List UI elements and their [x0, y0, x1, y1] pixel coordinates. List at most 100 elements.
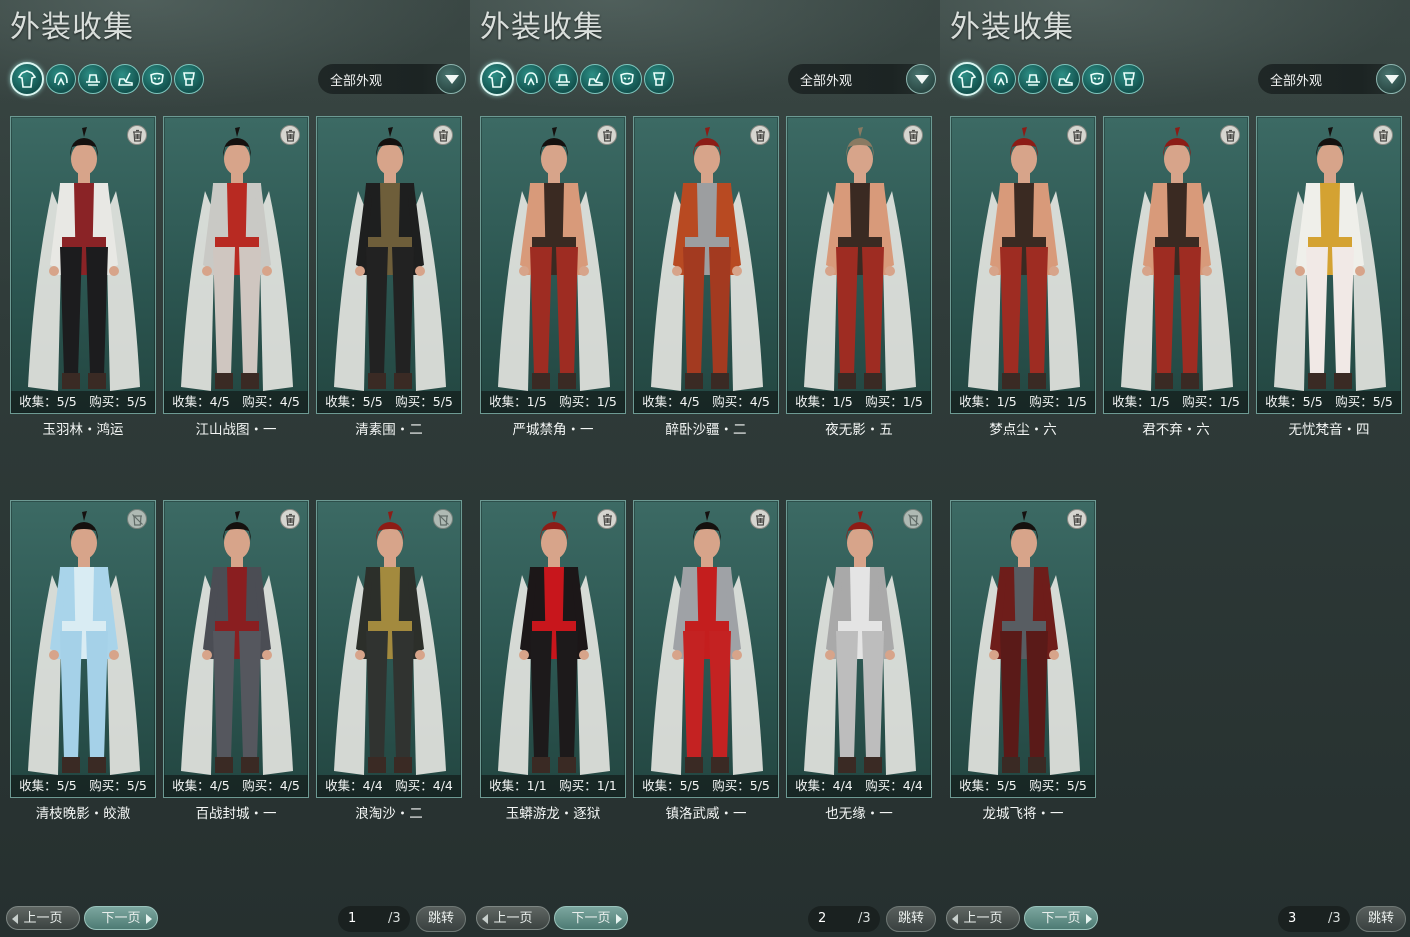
character-preview — [804, 511, 916, 775]
trash-icon[interactable] — [903, 125, 923, 145]
prev-page-button[interactable]: 上一页 — [946, 906, 1020, 930]
outfit-name: 镇洛武威・一 — [665, 806, 747, 822]
outfit-card[interactable]: 收集：1/5 购买：1/5 — [480, 116, 626, 414]
costume-icon[interactable] — [10, 62, 44, 96]
hat-icon[interactable] — [1018, 64, 1048, 94]
prev-page-button[interactable]: 上一页 — [6, 906, 80, 930]
accessory-icon[interactable] — [174, 64, 204, 94]
trash-icon[interactable] — [1220, 125, 1240, 145]
accessory-icon[interactable] — [1114, 64, 1144, 94]
collect-buy-stats: 收集：5/5 购买：5/5 — [11, 391, 155, 413]
hairstyle-icon[interactable] — [516, 64, 546, 94]
outfit-name: 江山战图・一 — [195, 422, 277, 438]
next-page-button[interactable]: 下一页 — [554, 906, 628, 930]
character-preview — [28, 127, 140, 391]
character-preview — [498, 127, 610, 391]
collect-buy-stats: 收集：1/5 购买：1/5 — [951, 391, 1095, 413]
collect-buy-stats: 收集：1/5 购买：1/5 — [481, 391, 625, 413]
hat-icon[interactable] — [548, 64, 578, 94]
outfit-card[interactable]: 收集：4/5 购买：4/5 — [163, 116, 309, 414]
appearance-filter-dropdown[interactable]: 全部外观 — [1258, 64, 1406, 94]
appearance-filter-dropdown[interactable]: 全部外观 — [788, 64, 936, 94]
character-preview — [334, 127, 446, 391]
outfit-card[interactable]: 收集：5/5 购买：5/5 — [1256, 116, 1402, 414]
trash-disabled-icon — [433, 509, 453, 529]
page-total: /3 — [1328, 911, 1341, 926]
collect-buy-stats: 收集：5/5 购买：5/5 — [634, 775, 778, 797]
outfit-name: 严城禁角・一 — [512, 422, 594, 438]
page-number-field[interactable]: 1/3 — [338, 906, 410, 932]
outfit-card[interactable]: 收集：5/5 购买：5/5 — [950, 500, 1096, 798]
hairstyle-icon[interactable] — [986, 64, 1016, 94]
outfit-name: 玉羽林・鸿运 — [42, 422, 124, 438]
outfit-card[interactable]: 收集：1/1 购买：1/1 — [480, 500, 626, 798]
prev-page-button[interactable]: 上一页 — [476, 906, 550, 930]
page-input[interactable]: 2 — [818, 911, 826, 926]
next-page-button[interactable]: 下一页 — [84, 906, 158, 930]
chevron-down-icon[interactable] — [436, 64, 466, 94]
collect-buy-stats: 收集：5/5 购买：5/5 — [1257, 391, 1401, 413]
outfit-card[interactable]: 收集：1/5 购买：1/5 — [1103, 116, 1249, 414]
next-page-button[interactable]: 下一页 — [1024, 906, 1098, 930]
collection-panel: 外装收集 全部外观 收集：5/5 购买：5/5 玉羽林・鸿运 收集：4/5 购买：4/5… — [0, 0, 470, 937]
outfit-card[interactable]: 收集：4/4 购买：4/4 — [316, 500, 462, 798]
trash-icon[interactable] — [750, 509, 770, 529]
chevron-down-icon[interactable] — [1376, 64, 1406, 94]
page-input[interactable]: 3 — [1288, 911, 1296, 926]
character-preview — [181, 511, 293, 775]
trash-disabled-icon — [903, 509, 923, 529]
trash-icon[interactable] — [597, 509, 617, 529]
page-input[interactable]: 1 — [348, 911, 356, 926]
trash-icon[interactable] — [433, 125, 453, 145]
trash-icon[interactable] — [127, 125, 147, 145]
character-preview — [334, 511, 446, 775]
trash-icon[interactable] — [1373, 125, 1393, 145]
jump-button[interactable]: 跳转 — [886, 906, 936, 932]
outfit-card[interactable]: 收集：1/5 购买：1/5 — [786, 116, 932, 414]
outfit-name: 夜无影・五 — [825, 422, 893, 438]
mask-icon[interactable] — [1082, 64, 1112, 94]
mask-icon[interactable] — [612, 64, 642, 94]
accessory-icon[interactable] — [644, 64, 674, 94]
page-number-field[interactable]: 3/3 — [1278, 906, 1350, 932]
collect-buy-stats: 收集：1/1 购买：1/1 — [481, 775, 625, 797]
chevron-down-icon[interactable] — [906, 64, 936, 94]
appearance-filter-dropdown[interactable]: 全部外观 — [318, 64, 466, 94]
outfit-card[interactable]: 收集：4/5 购买：4/5 — [633, 116, 779, 414]
collect-buy-stats: 收集：1/5 购买：1/5 — [1104, 391, 1248, 413]
outfit-name: 清素围・二 — [355, 422, 423, 438]
outfit-card[interactable]: 收集：4/4 购买：4/4 — [786, 500, 932, 798]
collect-buy-stats: 收集：4/5 购买：4/5 — [634, 391, 778, 413]
jump-button[interactable]: 跳转 — [416, 906, 466, 932]
collect-buy-stats: 收集：5/5 购买：5/5 — [11, 775, 155, 797]
character-preview — [651, 511, 763, 775]
shoes-icon[interactable] — [1050, 64, 1080, 94]
character-preview — [1274, 127, 1386, 391]
filter-selected-value: 全部外观 — [800, 74, 853, 89]
shoes-icon[interactable] — [110, 64, 140, 94]
costume-icon[interactable] — [950, 62, 984, 96]
page-number-field[interactable]: 2/3 — [808, 906, 880, 932]
trash-icon[interactable] — [750, 125, 770, 145]
collect-buy-stats: 收集：4/4 购买：4/4 — [317, 775, 461, 797]
outfit-name: 浪淘沙・二 — [355, 806, 423, 822]
mask-icon[interactable] — [142, 64, 172, 94]
shoes-icon[interactable] — [580, 64, 610, 94]
trash-icon[interactable] — [280, 509, 300, 529]
trash-icon[interactable] — [597, 125, 617, 145]
outfit-card[interactable]: 收集：5/5 购买：5/5 — [10, 500, 156, 798]
outfit-name: 醉卧沙疆・二 — [665, 422, 747, 438]
outfit-card[interactable]: 收集：5/5 购买：5/5 — [10, 116, 156, 414]
outfit-card[interactable]: 收集：5/5 购买：5/5 — [316, 116, 462, 414]
hat-icon[interactable] — [78, 64, 108, 94]
filter-selected-value: 全部外观 — [330, 74, 383, 89]
trash-icon[interactable] — [280, 125, 300, 145]
trash-icon[interactable] — [1067, 125, 1087, 145]
costume-icon[interactable] — [480, 62, 514, 96]
trash-icon[interactable] — [1067, 509, 1087, 529]
hairstyle-icon[interactable] — [46, 64, 76, 94]
outfit-card[interactable]: 收集：4/5 购买：4/5 — [163, 500, 309, 798]
outfit-card[interactable]: 收集：5/5 购买：5/5 — [633, 500, 779, 798]
outfit-card[interactable]: 收集：1/5 购买：1/5 — [950, 116, 1096, 414]
jump-button[interactable]: 跳转 — [1356, 906, 1406, 932]
